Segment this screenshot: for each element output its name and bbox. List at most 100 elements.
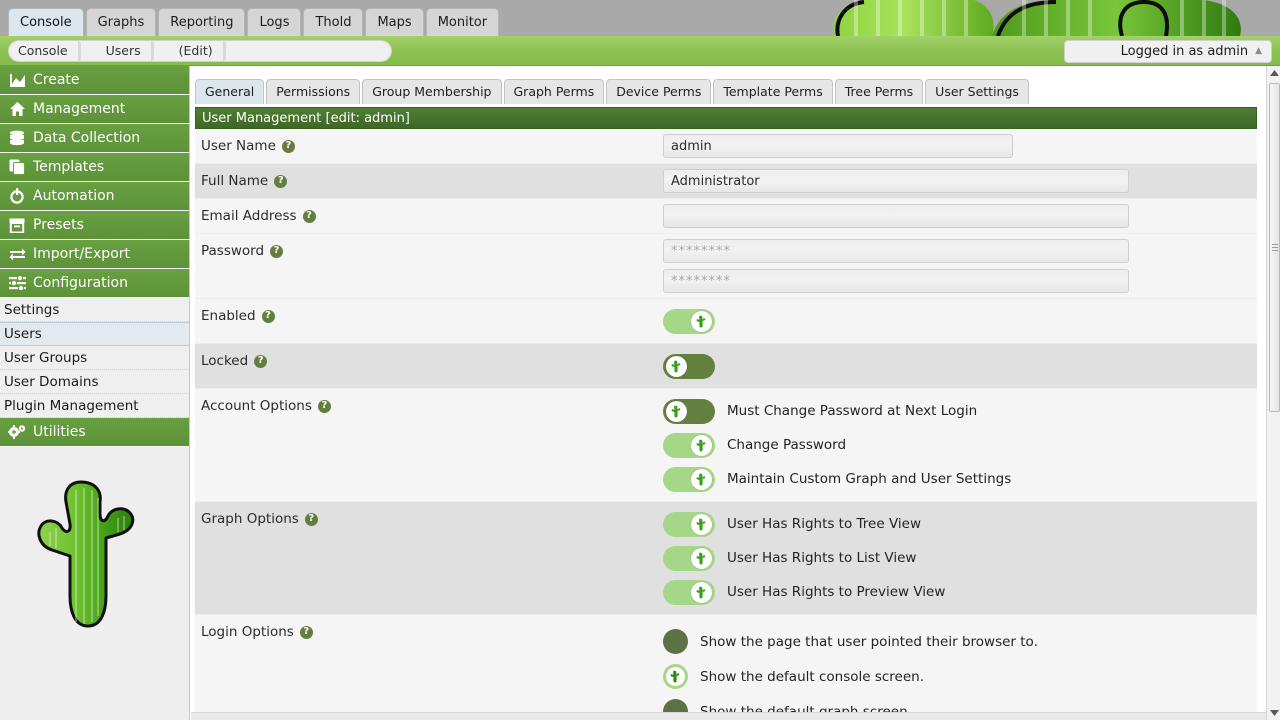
- cactus-icon: [671, 405, 682, 418]
- field-row-user-name: User Name ?: [195, 129, 1257, 164]
- login-option-radio-console-screen[interactable]: [663, 664, 688, 689]
- tab-tree-perms[interactable]: Tree Perms: [835, 79, 923, 104]
- cactus-icon: [696, 439, 707, 452]
- label-text: Password: [201, 243, 264, 259]
- database-icon: [6, 128, 28, 148]
- toggle-knob: [691, 435, 712, 456]
- vertical-scrollbar[interactable]: [1266, 66, 1280, 720]
- full-name-input[interactable]: [663, 169, 1129, 193]
- sidebar-item-presets[interactable]: Presets: [0, 211, 189, 240]
- label-enabled: Enabled ?: [195, 299, 663, 324]
- password-input[interactable]: [663, 239, 1129, 263]
- help-icon[interactable]: ?: [274, 175, 287, 188]
- toggle-knob: [691, 582, 712, 603]
- login-option-radio-graph-screen[interactable]: [663, 699, 688, 712]
- login-status-button[interactable]: Logged in as admin ▲: [1064, 40, 1272, 63]
- main-tab-reporting[interactable]: Reporting: [158, 8, 245, 36]
- sidebar-label: Management: [33, 95, 125, 124]
- tab-general[interactable]: General: [195, 79, 264, 104]
- sidebar-item-plugin-management[interactable]: Plugin Management: [0, 394, 189, 418]
- main-tab-console[interactable]: Console: [8, 8, 84, 36]
- breadcrumb-item-edit[interactable]: (Edit): [170, 41, 222, 61]
- scrollbar-grip-icon: [1272, 244, 1278, 252]
- sidebar-item-templates[interactable]: Templates: [0, 153, 189, 182]
- scroll-down-arrow-icon[interactable]: [1267, 706, 1280, 720]
- account-option-row: Must Change Password at Next Login: [663, 394, 1257, 428]
- chart-area-icon: [6, 70, 28, 90]
- email-address-input[interactable]: [663, 204, 1129, 228]
- scrollbar-thumb[interactable]: [1269, 83, 1280, 412]
- enabled-toggle[interactable]: [663, 309, 715, 334]
- main-tab-logs[interactable]: Logs: [247, 8, 301, 36]
- breadcrumb-item-console[interactable]: Console: [9, 41, 77, 61]
- breadcrumb-bar: Console Users (Edit) Logged in as admin …: [0, 36, 1280, 66]
- tab-group-membership[interactable]: Group Membership: [362, 79, 501, 104]
- sidebar-item-data-collection[interactable]: Data Collection: [0, 124, 189, 153]
- graph-option-row: User Has Rights to List View: [663, 541, 1257, 575]
- sidebar-item-user-domains[interactable]: User Domains: [0, 370, 189, 394]
- sidebar-item-settings[interactable]: Settings: [0, 298, 189, 322]
- sidebar-item-configuration[interactable]: Configuration: [0, 269, 189, 298]
- main-tab-maps[interactable]: Maps: [365, 8, 423, 36]
- change-password-toggle[interactable]: [663, 433, 715, 458]
- label-text: Enabled: [201, 308, 256, 324]
- tree-view-rights-toggle[interactable]: [663, 512, 715, 537]
- maintain-custom-settings-toggle[interactable]: [663, 467, 715, 492]
- help-icon[interactable]: ?: [282, 140, 295, 153]
- help-icon[interactable]: ?: [318, 400, 331, 413]
- sidebar-item-users[interactable]: Users: [0, 322, 189, 346]
- tab-permissions[interactable]: Permissions: [266, 79, 360, 104]
- tab-template-perms[interactable]: Template Perms: [713, 79, 832, 104]
- main-tab-thold[interactable]: Thold: [303, 8, 363, 36]
- archive-box-icon: [6, 215, 28, 235]
- sidebar-item-utilities[interactable]: Utilities: [0, 418, 189, 447]
- help-icon[interactable]: ?: [303, 210, 316, 223]
- help-icon[interactable]: ?: [300, 626, 313, 639]
- tab-device-perms[interactable]: Device Perms: [606, 79, 711, 104]
- sidebar-label: Create: [33, 66, 80, 95]
- field-row-login-options: Login Options ? Show the page that user …: [195, 615, 1257, 712]
- chevron-up-icon: ▲: [1255, 47, 1262, 56]
- user-edit-tab-bar: General Permissions Group Membership Gra…: [195, 78, 1031, 104]
- cactus-icon: [696, 473, 707, 486]
- help-icon[interactable]: ?: [254, 355, 267, 368]
- tab-graph-perms[interactable]: Graph Perms: [504, 79, 605, 104]
- panel-title: User Management [edit: admin]: [195, 107, 1257, 129]
- home-icon: [6, 99, 28, 119]
- help-icon[interactable]: ?: [305, 513, 318, 526]
- gears-icon: [6, 422, 28, 442]
- password-confirm-input[interactable]: [663, 269, 1129, 293]
- user-name-input[interactable]: [663, 134, 1013, 158]
- main-tab-graphs[interactable]: Graphs: [86, 8, 157, 36]
- sidebar-item-import-export[interactable]: Import/Export: [0, 240, 189, 269]
- field-row-account-options: Account Options ? Must Change Password a…: [195, 389, 1257, 502]
- option-label: Show the page that user pointed their br…: [700, 634, 1038, 650]
- main-tab-monitor[interactable]: Monitor: [426, 8, 499, 36]
- scroll-up-arrow-icon[interactable]: [1267, 66, 1280, 80]
- horizontal-scrollbar[interactable]: [191, 712, 1266, 720]
- list-view-rights-toggle[interactable]: [663, 546, 715, 571]
- login-status-label: Logged in as admin: [1121, 44, 1248, 59]
- help-icon[interactable]: ?: [262, 310, 275, 323]
- top-bar: Console Graphs Reporting Logs Thold Maps…: [0, 0, 1280, 36]
- sidebar-item-create[interactable]: Create: [0, 66, 189, 95]
- preview-view-rights-toggle[interactable]: [663, 580, 715, 605]
- breadcrumb-item-users[interactable]: Users: [97, 41, 150, 61]
- label-text: Full Name: [201, 173, 268, 189]
- cactus-icon: [696, 518, 707, 531]
- sidebar-item-management[interactable]: Management: [0, 95, 189, 124]
- sidebar-item-automation[interactable]: Automation: [0, 182, 189, 211]
- sidebar-item-user-groups[interactable]: User Groups: [0, 346, 189, 370]
- field-row-full-name: Full Name ?: [195, 164, 1257, 199]
- label-text: Email Address: [201, 208, 297, 224]
- must-change-password-toggle[interactable]: [663, 399, 715, 424]
- toggle-knob: [666, 401, 687, 422]
- label-graph-options: Graph Options ?: [195, 502, 663, 527]
- toggle-knob: [691, 548, 712, 569]
- tab-user-settings[interactable]: User Settings: [925, 79, 1029, 104]
- locked-toggle[interactable]: [663, 354, 715, 379]
- field-row-locked: Locked ?: [195, 344, 1257, 389]
- graph-option-row: User Has Rights to Tree View: [663, 507, 1257, 541]
- login-option-radio-browser-page[interactable]: [663, 629, 688, 654]
- help-icon[interactable]: ?: [270, 245, 283, 258]
